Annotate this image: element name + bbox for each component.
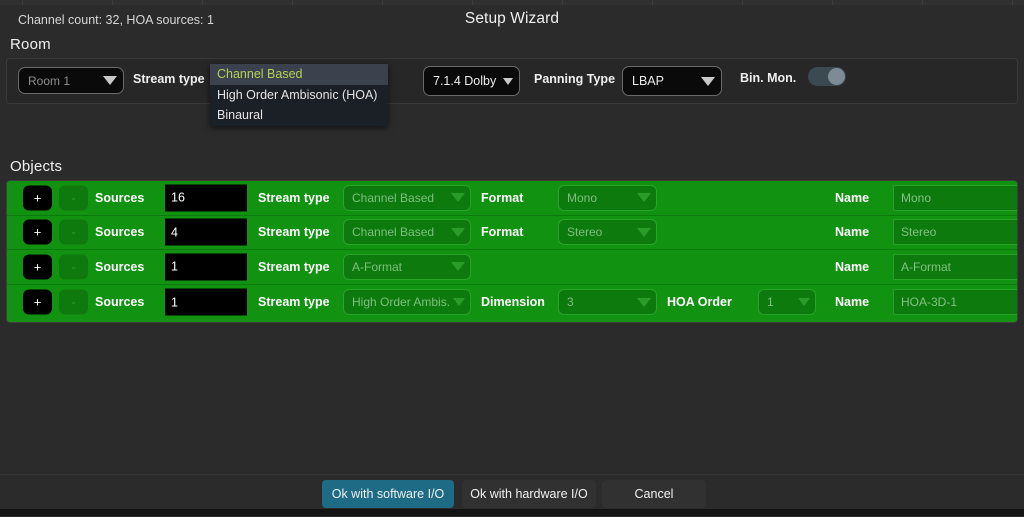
sources-count-input[interactable]: 16 bbox=[165, 184, 247, 212]
channel-count-status: Channel count: 32, HOA sources: 1 bbox=[18, 13, 214, 27]
row-dimension-select[interactable]: 3 bbox=[558, 289, 657, 316]
remove-source-button[interactable]: - bbox=[59, 219, 88, 245]
table-row: + - Sources 4 Stream type Channel Based … bbox=[7, 215, 1017, 251]
row-name-label: Name bbox=[835, 259, 870, 274]
chevron-down-icon bbox=[103, 76, 117, 85]
panning-type-select[interactable]: LBAP bbox=[622, 66, 722, 96]
add-source-button[interactable]: + bbox=[23, 185, 52, 211]
row-name-label: Name bbox=[835, 295, 870, 310]
row-format-select[interactable]: Mono bbox=[558, 184, 657, 211]
ok-software-io-button[interactable]: Ok with software I/O bbox=[322, 480, 454, 508]
setup-wizard-window: Setup Wizard Room Room 1 Stream type Cha… bbox=[0, 0, 1024, 517]
window-bottom-chrome bbox=[0, 509, 1024, 516]
row-name-input[interactable]: Mono bbox=[893, 184, 1017, 211]
row-hoa-order-select[interactable]: 1 bbox=[758, 289, 816, 316]
chevron-down-icon bbox=[453, 298, 465, 307]
add-source-button[interactable]: + bbox=[23, 289, 52, 315]
panning-type-label: Panning Type bbox=[534, 72, 616, 86]
row-name-input[interactable]: Stereo bbox=[893, 219, 1017, 246]
row-stream-type-value: A-Format bbox=[352, 259, 403, 274]
cancel-button[interactable]: Cancel bbox=[602, 480, 706, 508]
bin-mon-toggle[interactable] bbox=[808, 67, 846, 86]
room-select-value: Room 1 bbox=[28, 73, 71, 88]
dropdown-item-hoa[interactable]: High Order Ambisonic (HOA) bbox=[210, 85, 388, 106]
table-row: + - Sources 1 Stream type High Order Amb… bbox=[7, 284, 1017, 320]
row-stream-type-value: Channel Based bbox=[352, 190, 435, 205]
chevron-down-icon bbox=[637, 227, 651, 237]
row-stream-type-label: Stream type bbox=[258, 190, 330, 205]
row-dimension-label: Dimension bbox=[481, 295, 545, 310]
chevron-down-icon bbox=[637, 193, 651, 203]
row-stream-type-select[interactable]: Channel Based bbox=[343, 219, 471, 246]
row-format-select[interactable]: Stereo bbox=[558, 219, 657, 246]
row-name-label: Name bbox=[835, 190, 870, 205]
toggle-knob bbox=[828, 68, 845, 85]
panning-type-value: LBAP bbox=[632, 74, 664, 88]
row-stream-type-label: Stream type bbox=[258, 295, 330, 310]
bin-mon-label: Bin. Mon. bbox=[740, 71, 797, 85]
table-row: + - Sources 16 Stream type Channel Based… bbox=[7, 181, 1017, 216]
row-name-label: Name bbox=[835, 225, 870, 240]
sources-label: Sources bbox=[95, 190, 145, 205]
ok-hardware-io-button[interactable]: Ok with hardware I/O bbox=[462, 480, 596, 508]
row-format-value: Mono bbox=[567, 190, 598, 205]
row-stream-type-value: Channel Based bbox=[352, 225, 435, 240]
sources-count-input[interactable]: 1 bbox=[165, 288, 247, 316]
row-format-value: Stereo bbox=[567, 225, 603, 240]
sources-label: Sources bbox=[95, 259, 145, 274]
sources-count-input[interactable]: 4 bbox=[165, 218, 247, 246]
row-hoa-order-value: 1 bbox=[767, 295, 774, 310]
remove-source-button[interactable]: - bbox=[59, 254, 88, 280]
dropdown-item-label: Channel Based bbox=[217, 67, 303, 82]
add-source-button[interactable]: + bbox=[23, 254, 52, 280]
room-section-label: Room bbox=[10, 36, 51, 53]
chevron-down-icon bbox=[503, 77, 513, 85]
row-name-input[interactable]: A-Format bbox=[893, 253, 1017, 280]
row-hoa-order-label: HOA Order bbox=[667, 295, 732, 310]
dropdown-item-label: High Order Ambisonic (HOA) bbox=[217, 87, 378, 102]
window-title: Setup Wizard bbox=[464, 10, 560, 27]
sources-label: Sources bbox=[95, 295, 145, 310]
dropdown-item-binaural[interactable]: Binaural bbox=[210, 105, 388, 126]
objects-panel: + - Sources 16 Stream type Channel Based… bbox=[6, 180, 1018, 323]
chevron-down-icon bbox=[451, 262, 465, 272]
chevron-down-icon bbox=[701, 76, 715, 86]
row-name-input[interactable]: HOA-3D-1 bbox=[893, 289, 1017, 316]
sources-count-input[interactable]: 1 bbox=[165, 253, 247, 281]
row-format-label: Format bbox=[481, 225, 524, 240]
dropdown-item-label: Binaural bbox=[217, 108, 263, 123]
row-stream-type-value: High Order Ambis... bbox=[352, 295, 450, 310]
remove-source-button[interactable]: - bbox=[59, 289, 88, 315]
chevron-down-icon bbox=[451, 227, 465, 237]
speaker-layout-select[interactable]: 7.1.4 Dolby At.. bbox=[423, 66, 520, 96]
speaker-layout-value: 7.1.4 Dolby At.. bbox=[433, 74, 499, 88]
row-stream-type-select[interactable]: High Order Ambis... bbox=[343, 289, 471, 316]
dropdown-item-channel-based[interactable]: Channel Based bbox=[210, 64, 388, 85]
row-stream-type-select[interactable]: Channel Based bbox=[343, 184, 471, 211]
chevron-down-icon bbox=[637, 297, 651, 307]
row-format-label: Format bbox=[481, 190, 524, 205]
objects-section-label: Objects bbox=[10, 158, 63, 175]
chevron-down-icon bbox=[798, 298, 810, 307]
chevron-down-icon bbox=[451, 193, 465, 203]
add-source-button[interactable]: + bbox=[23, 219, 52, 245]
row-stream-type-label: Stream type bbox=[258, 225, 330, 240]
stream-type-dropdown-menu[interactable]: Channel Based High Order Ambisonic (HOA)… bbox=[210, 64, 388, 126]
remove-source-button[interactable]: - bbox=[59, 185, 88, 211]
room-select[interactable]: Room 1 bbox=[18, 67, 124, 94]
row-dimension-value: 3 bbox=[567, 295, 574, 310]
row-stream-type-select[interactable]: A-Format bbox=[343, 253, 471, 280]
row-stream-type-label: Stream type bbox=[258, 259, 330, 274]
room-stream-type-label: Stream type bbox=[133, 72, 205, 86]
sources-label: Sources bbox=[95, 225, 145, 240]
table-row: + - Sources 1 Stream type A-Format Name … bbox=[7, 250, 1017, 285]
